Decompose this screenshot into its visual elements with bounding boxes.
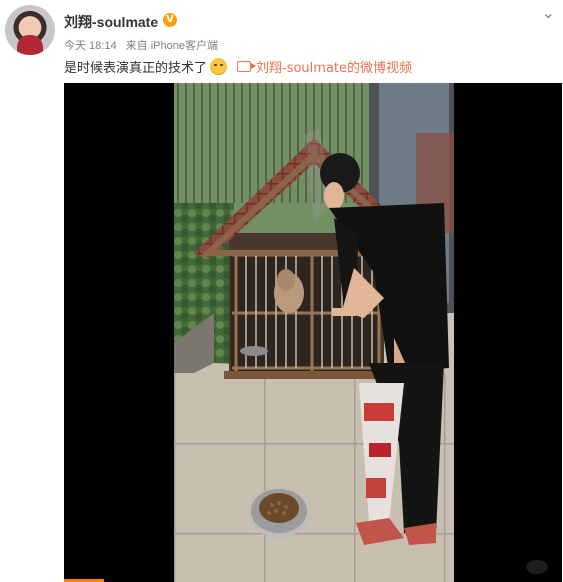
post-content: 是时候表演真正的技术了 刘翔-soulmate的微博视频 <box>64 57 412 76</box>
video-link[interactable]: 刘翔-soulmate的微博视频 <box>237 57 412 76</box>
post-source: 来自 iPhone客户端 <box>125 40 218 52</box>
username[interactable]: 刘翔-soulmate <box>64 12 158 32</box>
weibo-watermark-icon <box>526 560 548 574</box>
post-time[interactable]: 今天 18:14 <box>64 40 117 52</box>
post-meta: 今天 18:14 来自 iPhone客户端 <box>64 37 224 53</box>
emoji-smirk-icon <box>210 58 228 75</box>
video-link-label: 刘翔-soulmate的微博视频 <box>256 61 413 76</box>
video-scene-image <box>174 83 454 582</box>
video-icon <box>237 61 257 72</box>
video-player[interactable] <box>64 83 562 582</box>
post-text: 是时候表演真正的技术了 <box>64 61 208 76</box>
chevron-down-icon[interactable]: ⌄ <box>542 3 555 22</box>
verified-badge-icon: V <box>163 13 177 27</box>
avatar[interactable] <box>5 5 55 55</box>
video-frame <box>174 83 454 582</box>
